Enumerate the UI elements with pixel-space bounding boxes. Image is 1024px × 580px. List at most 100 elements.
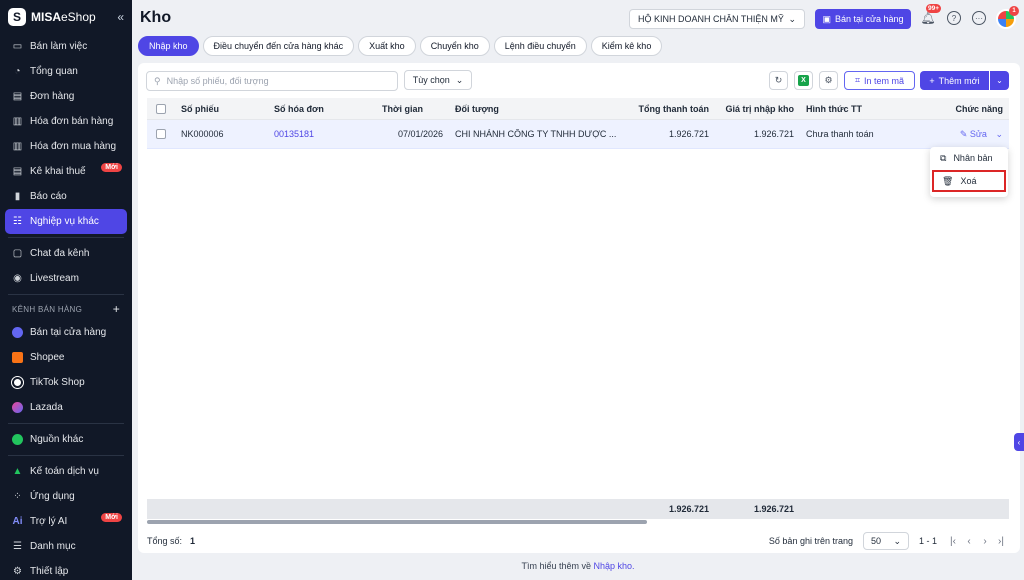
options-select[interactable]: Tùy chọn ⌄ xyxy=(404,70,472,90)
last-page-icon[interactable]: ›| xyxy=(993,536,1009,547)
sidebar-item-livestream[interactable]: ◉ Livestream xyxy=(0,266,132,291)
divider xyxy=(8,455,124,456)
ai-icon: Ai xyxy=(12,516,23,527)
summary-total-payment: 1.926.721 xyxy=(668,504,709,514)
sidebar-item-desk[interactable]: ▭ Bán làm việc xyxy=(0,34,132,59)
sidebar-item-label: Nguồn khác xyxy=(30,434,84,445)
first-page-icon[interactable]: |‹ xyxy=(945,536,961,547)
sidebar-item-orders[interactable]: ▤ Đơn hàng xyxy=(0,84,132,109)
bell-icon[interactable]: 🔔︎ xyxy=(920,11,935,25)
partner-cell: CHI NHÁNH CÔNG TY TNHH DƯỢC ... xyxy=(455,129,617,139)
add-channel-icon[interactable]: + xyxy=(113,302,120,316)
table-footer: Tổng số: 1 Số bản ghi trên trang 50 ⌄ 1 -… xyxy=(147,532,1009,550)
sidebar-item-tiktok[interactable]: TikTok Shop xyxy=(0,370,132,395)
sidebar-item-reports[interactable]: ▮ Báo cáo xyxy=(0,184,132,209)
new-badge: Mới xyxy=(101,163,122,172)
print-label-button[interactable]: ⌗ In tem mã xyxy=(844,71,915,90)
column-header[interactable]: Đối tượng xyxy=(449,104,623,114)
column-header[interactable]: Tổng thanh toán xyxy=(623,104,715,114)
prev-page-icon[interactable]: ‹ xyxy=(961,536,977,547)
brand-name: MISAeShop xyxy=(31,10,96,24)
sidebar-item-purchase-invoice[interactable]: ▥ Hóa đơn mua hàng xyxy=(0,134,132,159)
sidebar-item-shopee[interactable]: Shopee xyxy=(0,345,132,370)
sidebar-item-chat[interactable]: ▢ Chat đa kênh xyxy=(0,241,132,266)
horizontal-scrollbar[interactable] xyxy=(147,520,647,524)
tab-inventory-check[interactable]: Kiểm kê kho xyxy=(590,36,663,56)
tab-transfer-other-store[interactable]: Điều chuyển đến cửa hàng khác xyxy=(202,36,355,56)
add-new-label: Thêm mới xyxy=(938,75,980,86)
apps-icon: ⁘ xyxy=(13,491,22,502)
report-icon: ▮ xyxy=(14,191,21,202)
table-header: Số phiếu Số hóa đơn Thời gian Đối tượng … xyxy=(147,98,1009,120)
content-panel: ⚲ Nhập số phiếu, đối tượng Tùy chọn ⌄ ↻ X … xyxy=(138,63,1020,553)
learn-more-link[interactable]: Nhập kho. xyxy=(594,561,635,571)
sidebar-item-tax[interactable]: ▤ Kê khai thuế Mới xyxy=(0,159,132,184)
sidebar-item-overview[interactable]: ◔ Tổng quan xyxy=(0,59,132,84)
store-channel-icon xyxy=(12,327,23,338)
sidebar-item-label: Hóa đơn bán hàng xyxy=(30,116,114,127)
main-content: Kho HỘ KINH DOANH CHÂN THIỆN MỸ ⌄ ▣ Bán tạ… xyxy=(132,0,1024,580)
chevron-down-icon[interactable]: ⌄ xyxy=(995,129,1003,139)
sidebar-item-label: Kế toán dịch vụ xyxy=(30,466,99,477)
add-new-button[interactable]: + Thêm mới xyxy=(920,71,989,90)
sidebar-item-operations[interactable]: ☷ Nghiệp vụ khác xyxy=(5,209,127,234)
sidebar-item-other-source[interactable]: Nguồn khác xyxy=(0,427,132,452)
summary-stock-value: 1.926.721 xyxy=(753,504,794,514)
expand-panel-tab[interactable]: ‹ xyxy=(1014,433,1024,451)
sidebar-item-lazada[interactable]: Lazada xyxy=(0,395,132,420)
page-size-select[interactable]: 50 ⌄ xyxy=(862,532,909,550)
column-header[interactable]: Số hóa đơn xyxy=(268,104,356,114)
total-value: 1 xyxy=(190,536,196,546)
learn-more-text: Tìm hiểu thêm về xyxy=(521,561,591,571)
store-select[interactable]: HỘ KINH DOANH CHÂN THIỆN MỸ ⌄ xyxy=(629,9,805,29)
tiktok-icon xyxy=(11,376,24,389)
more-icon[interactable]: ··· xyxy=(972,11,986,25)
delete-label: Xoá xyxy=(960,176,977,186)
sell-at-store-button[interactable]: ▣ Bán tại cửa hàng xyxy=(815,9,911,29)
settings-button[interactable]: ⚙ xyxy=(819,71,838,90)
search-placeholder: Nhập số phiếu, đối tượng xyxy=(166,76,269,86)
sidebar-item-store[interactable]: Bán tại cửa hàng xyxy=(0,320,132,345)
tab-warehouse-transfer[interactable]: Chuyển kho xyxy=(419,36,490,56)
sidebar-item-apps[interactable]: ⁘ Ứng dụng xyxy=(0,484,132,509)
edit-button[interactable]: ✎ Sửa xyxy=(960,129,987,139)
sidebar-item-label: Thiết lập xyxy=(30,566,69,577)
tab-transfer-order[interactable]: Lệnh điều chuyển xyxy=(493,36,587,56)
sidebar-item-accounting[interactable]: ▲ Kế toán dịch vụ xyxy=(0,459,132,484)
search-input[interactable]: ⚲ Nhập số phiếu, đối tượng xyxy=(146,71,398,91)
chat-icon: ▢ xyxy=(12,248,23,259)
tab-stock-in[interactable]: Nhập kho xyxy=(138,36,199,56)
next-page-icon[interactable]: › xyxy=(977,536,993,547)
row-checkbox[interactable] xyxy=(156,129,166,139)
column-header[interactable]: Hình thức TT xyxy=(800,104,897,114)
column-header[interactable]: Số phiếu xyxy=(175,104,268,114)
sidebar-item-settings[interactable]: ⚙ Thiết lập xyxy=(0,559,132,580)
help-icon[interactable]: ? xyxy=(947,11,961,25)
sidebar-item-label: Chat đa kênh xyxy=(30,248,90,259)
invoice-number-link[interactable]: 00135181 xyxy=(268,129,356,139)
column-header[interactable]: Giá trị nhập kho xyxy=(715,104,800,114)
brand[interactable]: S MISAeShop « xyxy=(0,0,132,34)
settings-icon: ⚙ xyxy=(13,566,22,577)
sidebar-item-catalog[interactable]: ☰ Danh mục xyxy=(0,534,132,559)
page-title: Kho xyxy=(140,9,172,26)
refresh-button[interactable]: ↻ xyxy=(769,71,788,90)
search-icon: ⚲ xyxy=(154,75,161,86)
sidebar-item-label: Shopee xyxy=(30,352,65,363)
sidebar-item-label: Trợ lý AI xyxy=(30,516,68,527)
duplicate-menu-item[interactable]: ⧉ Nhân bản xyxy=(930,147,1008,169)
sidebar-item-ai-assistant[interactable]: Ai Trợ lý AI Mới xyxy=(0,509,132,534)
delete-menu-item[interactable]: 🗑︎ Xoá xyxy=(932,170,1006,192)
collapse-sidebar-icon[interactable]: « xyxy=(117,10,124,24)
stock-value-cell: 1.926.721 xyxy=(753,129,794,139)
livestream-icon: ◉ xyxy=(13,273,22,284)
sidebar-item-label: Danh mục xyxy=(30,541,76,552)
export-excel-button[interactable]: X xyxy=(794,71,813,90)
tab-stock-out[interactable]: Xuất kho xyxy=(358,36,416,56)
table-row[interactable]: NK000006 00135181 07/01/2026 CHI NHÁNH C… xyxy=(147,120,1009,149)
column-header[interactable]: Thời gian xyxy=(356,104,449,114)
print-label-text: In tem mã xyxy=(864,75,905,86)
select-all-checkbox[interactable] xyxy=(156,103,166,114)
sidebar-item-sales-invoice[interactable]: ▥ Hóa đơn bán hàng xyxy=(0,109,132,134)
add-new-dropdown-button[interactable]: ⌄ xyxy=(990,71,1009,90)
